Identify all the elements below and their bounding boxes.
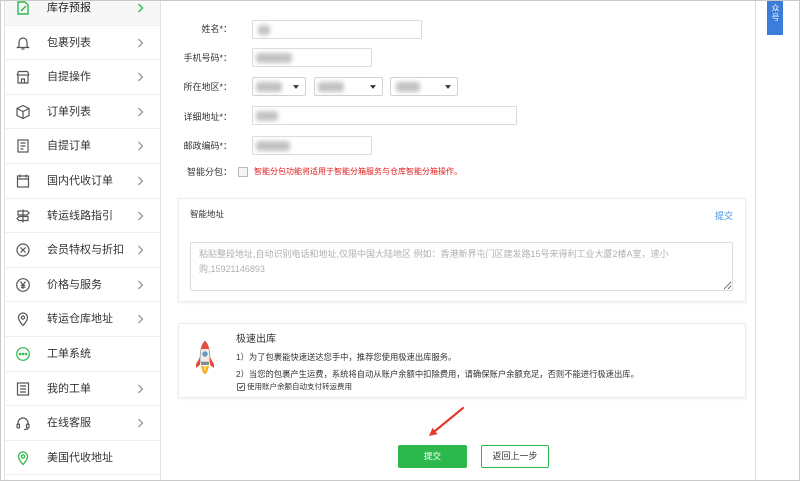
chevron-right-icon	[137, 72, 144, 82]
edit-document-icon	[15, 0, 31, 16]
sidebar-item-label: 会员特权与折扣	[47, 244, 124, 257]
smart-address-submit-link[interactable]: 提交	[715, 210, 733, 222]
sidebar-item-us-collection-address[interactable]: 美国代收地址	[5, 441, 160, 476]
sidebar-item-label: 库存预报	[47, 2, 91, 14]
submit-button[interactable]: 提交	[398, 445, 467, 468]
document-icon	[15, 138, 31, 154]
auto-pay-label: 使用账户余额自动支付转运费用	[247, 382, 352, 391]
chevron-right-icon	[137, 141, 144, 151]
location-icon	[15, 311, 31, 327]
caret-down-icon	[293, 85, 299, 89]
content-divider	[755, 0, 756, 481]
yen-icon	[15, 277, 31, 293]
phone-label: 手机号码*：	[183, 53, 232, 63]
smart-address-card: 智能地址 提交	[178, 198, 746, 302]
smart-split-note: 智能分包功能将适用于智能分箱服务与仓库智能分箱操作。	[254, 167, 462, 176]
sidebar-item-label: 转运仓库地址	[47, 313, 113, 326]
headset-icon	[15, 415, 31, 431]
express-outbound-line-2: 2）当您的包裹产生运费，系统将自动从账户余额中扣除费用，请确保账户余额充足，否则…	[236, 369, 639, 379]
rocket-icon	[196, 340, 214, 374]
postcode-label: 邮政编码*：	[183, 141, 232, 151]
sidebar-item-shipping-routes[interactable]: 转运线路指引	[5, 199, 160, 234]
sidebar-item-label: 工单系统	[47, 347, 91, 360]
sidebar-item-domestic-collection-orders[interactable]: 国内代收订单	[5, 164, 160, 199]
sidebar-item-label: 在线客服	[47, 417, 91, 430]
redacted-value	[256, 141, 290, 151]
sidebar-item-order-list[interactable]: 订单列表	[5, 95, 160, 130]
side-tab-label: 众号	[771, 4, 780, 22]
location-icon	[15, 450, 31, 466]
address-field[interactable]	[252, 106, 517, 125]
chevron-right-icon	[137, 38, 144, 48]
caret-down-icon	[445, 85, 451, 89]
sidebar-item-label: 包裹列表	[47, 36, 91, 49]
chevron-right-icon	[137, 211, 144, 221]
chevron-right-icon	[137, 418, 144, 428]
sidebar-item-self-pickup-orders[interactable]: 自提订单	[5, 129, 160, 164]
redacted-value	[256, 111, 278, 121]
ticket-list-icon	[15, 381, 31, 397]
name-field[interactable]	[252, 20, 422, 39]
sidebar-item-label: 我的工单	[47, 382, 91, 395]
smart-split-label: 智能分包：	[186, 167, 232, 177]
discount-icon	[15, 242, 31, 258]
chevron-right-icon	[137, 384, 144, 394]
sidebar-item-label: 价格与服务	[47, 278, 102, 291]
sidebar-item-inventory-forecast[interactable]: 库存预报	[5, 0, 160, 26]
chevron-right-icon	[137, 314, 144, 324]
sidebar-item-label: 自提操作	[47, 71, 91, 84]
store-icon	[15, 69, 31, 85]
bell-icon	[15, 35, 31, 51]
check-icon	[238, 385, 244, 389]
sidebar-item-pricing-services[interactable]: 价格与服务	[5, 268, 160, 303]
express-outbound-card: 极速出库 1）为了包裹能快速送达您手中，推荐您使用极速出库服务。 2）当您的包裹…	[178, 323, 746, 398]
auto-pay-checkbox[interactable]	[237, 383, 245, 391]
sidebar-menu: 库存预报 包裹列表 自提操作 订单列表 自提订单 国内代收订单 转运线路指引 会…	[5, 0, 160, 476]
sidebar-item-online-support[interactable]: 在线客服	[5, 406, 160, 441]
redacted-value	[256, 82, 282, 92]
chevron-right-icon	[137, 176, 144, 186]
redacted-value	[256, 53, 292, 63]
sidebar-item-self-pickup-operation[interactable]: 自提操作	[5, 60, 160, 95]
back-button[interactable]: 返回上一步	[481, 445, 549, 468]
chat-dots-icon	[15, 346, 31, 362]
sidebar: 库存预报 包裹列表 自提操作 订单列表 自提订单 国内代收订单 转运线路指引 会…	[4, 0, 161, 481]
region-label: 所在地区*：	[183, 82, 232, 92]
sidebar-item-label: 国内代收订单	[47, 174, 113, 187]
box-icon	[15, 104, 31, 120]
smart-address-title: 智能地址	[190, 209, 225, 219]
caret-down-icon	[370, 85, 376, 89]
sidebar-item-member-benefits[interactable]: 会员特权与折扣	[5, 233, 160, 268]
express-outbound-title: 极速出库	[236, 334, 276, 345]
redacted-value	[396, 82, 420, 92]
express-outbound-line-1: 1）为了包裹能快速送达您手中，推荐您使用极速出库服务。	[236, 352, 457, 362]
signpost-icon	[15, 208, 31, 224]
chevron-right-icon	[137, 280, 144, 290]
sidebar-item-label: 美国代收地址	[47, 451, 113, 464]
name-label: 姓名*：	[201, 24, 232, 34]
annotation-arrow-icon	[429, 406, 465, 436]
floating-side-tab[interactable]: 众号	[767, 0, 783, 35]
chevron-right-icon	[137, 245, 144, 255]
chevron-right-icon	[137, 107, 144, 117]
sidebar-item-my-tickets[interactable]: 我的工单	[5, 372, 160, 407]
smart-address-input[interactable]	[190, 242, 733, 291]
sidebar-item-warehouse-address[interactable]: 转运仓库地址	[5, 302, 160, 337]
smart-split-checkbox[interactable]	[238, 167, 248, 177]
sidebar-item-label: 订单列表	[47, 105, 91, 118]
redacted-value	[258, 25, 270, 35]
sidebar-item-label: 自提订单	[47, 140, 91, 153]
sidebar-item-package-list[interactable]: 包裹列表	[5, 26, 160, 61]
redacted-value	[318, 82, 344, 92]
chevron-right-icon	[137, 3, 144, 13]
sidebar-section-ticket-system[interactable]: 工单系统	[5, 337, 160, 372]
address-label: 详细地址*：	[183, 112, 232, 122]
sidebar-item-label: 转运线路指引	[47, 209, 113, 222]
calendar-icon	[15, 173, 31, 189]
